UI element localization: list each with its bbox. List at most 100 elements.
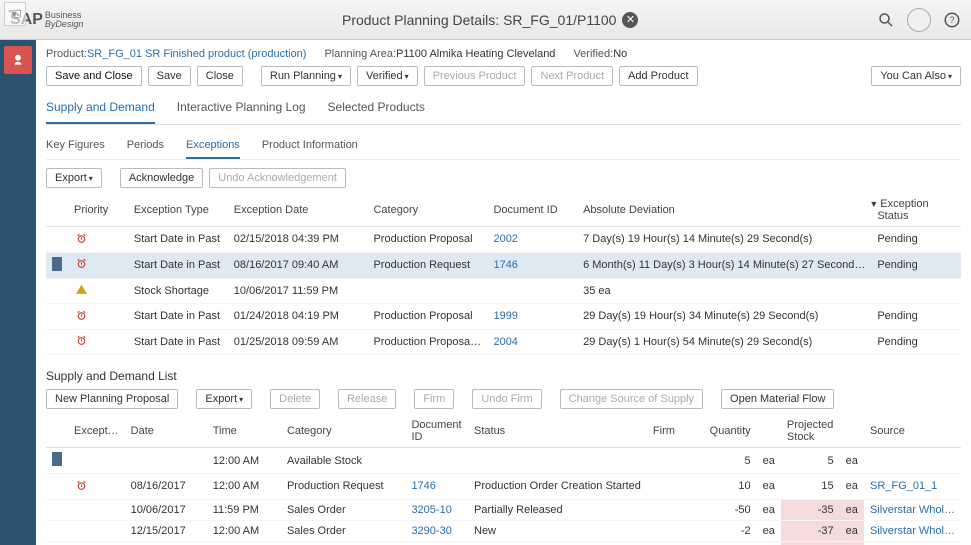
col-status[interactable]: ▼Exception Status — [871, 194, 961, 227]
sd-col-firm[interactable]: Firm — [647, 415, 681, 448]
cell-date: 02/15/2018 04:39 PM — [228, 227, 368, 253]
cell-source: SR_FG_01_1 — [864, 474, 961, 500]
docid-link[interactable]: 1999 — [493, 310, 517, 322]
sidebar-item-alerts[interactable] — [4, 46, 32, 74]
user-avatar-icon[interactable] — [907, 8, 931, 32]
sd-list-title: Supply and Demand List — [46, 369, 961, 383]
docid-link[interactable]: 3290-30 — [411, 525, 451, 537]
sd-col-date[interactable]: Date — [125, 415, 207, 448]
cell-date: 12/15/2017 — [125, 520, 207, 541]
col-date[interactable]: Exception Date — [228, 194, 368, 227]
col-category[interactable]: Category — [367, 194, 487, 227]
sd-col-category[interactable]: Category — [281, 415, 406, 448]
cell-category: Production Proposal — [281, 541, 406, 545]
tab-planning-log[interactable]: Interactive Planning Log — [177, 96, 306, 124]
firm-button: Firm — [414, 389, 454, 409]
sd-col-source[interactable]: Source — [864, 415, 961, 448]
sd-export-button[interactable]: Export▾ — [196, 389, 252, 409]
table-row[interactable]: 12:00 AMAvailable Stock5ea5ea — [46, 448, 961, 474]
table-row[interactable]: Stock Shortage10/06/2017 11:59 PM35 ea — [46, 278, 961, 304]
cell-source: SR_FG_01_1 — [864, 541, 961, 545]
table-row[interactable]: Start Date in Past02/15/2018 04:39 PMPro… — [46, 227, 961, 253]
row-selector-icon[interactable] — [52, 452, 62, 466]
sd-col-qty[interactable]: Quantity — [704, 415, 757, 448]
tab-supply-demand[interactable]: Supply and Demand — [46, 96, 155, 124]
docid-link[interactable]: 3205-10 — [411, 504, 451, 516]
tab-selected-products[interactable]: Selected Products — [328, 96, 425, 124]
table-row[interactable]: 12/18/2017📅11:40 AM🕐Production Proposal1… — [46, 541, 961, 545]
close-button[interactable]: Close — [197, 66, 243, 86]
cell-time: 12:00 AM — [207, 520, 281, 541]
delete-button: Delete — [270, 389, 320, 409]
save-close-button[interactable]: Save and Close — [46, 66, 142, 86]
sd-col-docid[interactable]: Document ID — [405, 415, 468, 448]
svg-text:?: ? — [949, 15, 954, 25]
verified-button[interactable]: Verified▾ — [357, 66, 418, 86]
you-can-also-button[interactable]: You Can Also▾ — [871, 66, 961, 86]
cursor-hand-icon: ☜ — [4, 2, 26, 26]
cell-qty — [704, 541, 757, 545]
sd-table: Except… Date Time Category Document ID S… — [46, 415, 961, 545]
col-priority[interactable]: Priority — [68, 194, 128, 227]
subtab-exceptions[interactable]: Exceptions — [186, 135, 240, 159]
run-planning-button[interactable]: Run Planning▾ — [261, 66, 351, 86]
table-row[interactable]: Start Date in Past08/16/2017 09:40 AMPro… — [46, 252, 961, 278]
sd-col-except[interactable]: Except… — [68, 415, 125, 448]
sd-col-status[interactable]: Status — [468, 415, 647, 448]
col-docid[interactable]: Document ID — [487, 194, 577, 227]
sd-col-selector — [46, 415, 68, 448]
close-page-icon[interactable]: ✕ — [622, 12, 638, 28]
cell-status: Pending — [871, 329, 961, 355]
search-icon[interactable] — [877, 11, 895, 29]
cell-status: Pending — [871, 227, 961, 253]
new-planning-proposal-button[interactable]: New Planning Proposal — [46, 389, 178, 409]
table-row[interactable]: 08/16/201712:00 AMProduction Request1746… — [46, 474, 961, 500]
table-row[interactable]: Start Date in Past01/24/2018 04:19 PMPro… — [46, 304, 961, 330]
subtab-key-figures[interactable]: Key Figures — [46, 135, 105, 159]
help-icon[interactable]: ? — [943, 11, 961, 29]
meta-row: Product:SR_FG_01 SR Finished product (pr… — [46, 48, 961, 60]
table-row[interactable]: Start Date in Past01/25/2018 09:59 AMPro… — [46, 329, 961, 355]
alarm-icon — [74, 231, 88, 245]
page-title-area: Product Planning Details: SR_FG_01/P1100… — [103, 12, 877, 28]
source-link[interactable]: SR_FG_01_1 — [870, 480, 937, 492]
cell-category: Sales Order — [281, 520, 406, 541]
acknowledge-button[interactable]: Acknowledge — [120, 168, 203, 188]
col-selector — [46, 194, 68, 227]
cell-absdev: 29 Day(s) 1 Hour(s) 54 Minute(s) 29 Seco… — [577, 329, 871, 355]
cell-time: 11:59 PM — [207, 499, 281, 520]
row-selector-icon[interactable] — [52, 257, 62, 271]
docid-link[interactable]: 1746 — [493, 259, 517, 271]
subtab-periods[interactable]: Periods — [127, 135, 164, 159]
docid-link[interactable]: 2004 — [493, 336, 517, 348]
top-icons: ? — [877, 8, 961, 32]
subtab-product-info[interactable]: Product Information — [262, 135, 358, 159]
export-button[interactable]: Export▾ — [46, 168, 102, 188]
logo-subtext: Business ByDesign — [45, 11, 84, 29]
table-row[interactable]: 10/06/201711:59 PMSales Order3205-10Part… — [46, 499, 961, 520]
docid-link[interactable]: 2002 — [493, 233, 517, 245]
release-button: Release — [338, 389, 396, 409]
cell-date — [125, 448, 207, 474]
alarm-icon — [74, 308, 88, 322]
source-link[interactable]: Silverstar Whol… — [870, 525, 955, 537]
cell-type: Start Date in Past — [128, 304, 228, 330]
open-material-flow-button[interactable]: Open Material Flow — [721, 389, 834, 409]
product-link[interactable]: SR_FG_01 SR Finished product (production… — [87, 48, 307, 60]
cell-firm — [647, 520, 681, 541]
source-link[interactable]: Silverstar Whol… — [870, 504, 955, 516]
add-product-button[interactable]: Add Product — [619, 66, 698, 86]
verified-label: Verified: — [573, 48, 613, 60]
cell-category: Available Stock — [281, 448, 406, 474]
change-source-button: Change Source of Supply — [560, 389, 703, 409]
sd-col-uom — [757, 415, 781, 448]
table-row[interactable]: 12/15/201712:00 AMSales Order3290-30New-… — [46, 520, 961, 541]
sd-col-time[interactable]: Time — [207, 415, 281, 448]
cell-status: New — [468, 520, 647, 541]
save-button[interactable]: Save — [148, 66, 191, 86]
sd-col-proj[interactable]: Projected Stock — [781, 415, 840, 448]
cell-source — [864, 448, 961, 474]
docid-link[interactable]: 1746 — [411, 480, 435, 492]
col-type[interactable]: Exception Type — [128, 194, 228, 227]
col-absdev[interactable]: Absolute Deviation — [577, 194, 871, 227]
